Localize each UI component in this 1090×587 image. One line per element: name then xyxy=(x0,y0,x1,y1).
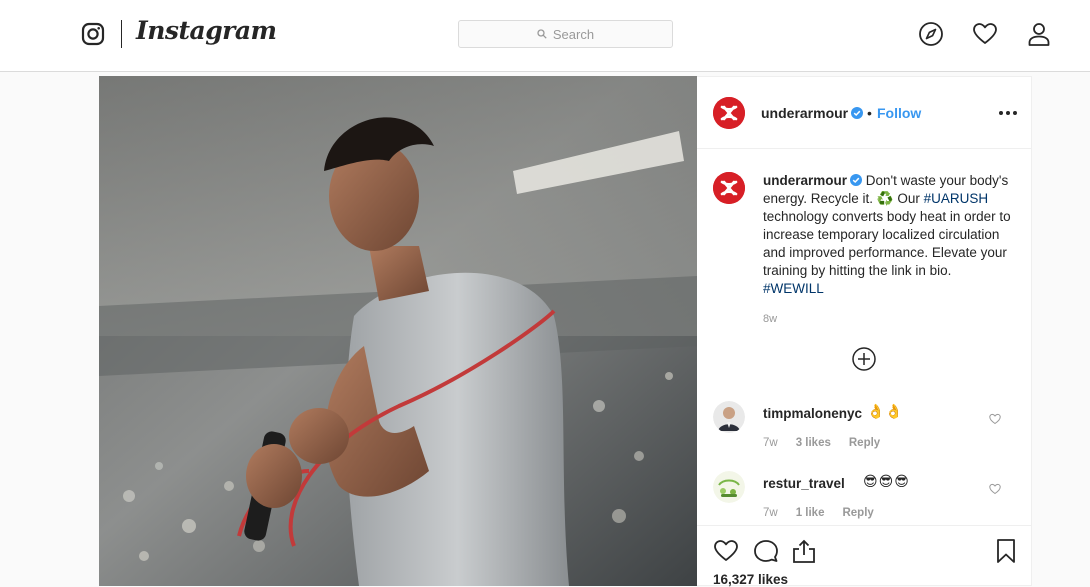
athlete-photo-illustration xyxy=(99,76,697,586)
nav-divider xyxy=(121,20,122,48)
caption-author-avatar[interactable] xyxy=(713,172,745,204)
comment-time[interactable]: 7w xyxy=(763,507,778,519)
search-icon xyxy=(537,29,547,39)
author-username[interactable]: underarmour xyxy=(761,105,864,121)
reply-button[interactable]: Reply xyxy=(849,437,880,449)
commenter-avatar[interactable] xyxy=(713,471,745,503)
hashtag-uarush[interactable]: #UARUSH xyxy=(924,191,989,206)
comment-text: 😎😎😎 xyxy=(863,473,910,489)
comment-like-heart-icon[interactable] xyxy=(989,412,1001,425)
follow-button[interactable]: Follow xyxy=(877,105,921,121)
author-username-text[interactable]: underarmour xyxy=(761,105,848,121)
comment-time[interactable]: 7w xyxy=(763,437,778,449)
save-bookmark-icon[interactable] xyxy=(993,538,1019,564)
commenter-avatar[interactable] xyxy=(713,401,745,433)
compass-icon[interactable] xyxy=(918,21,944,47)
comment-item: timpmalonenyc 👌👌 7w 3 likes Reply xyxy=(713,401,1023,461)
comment-bubble-icon[interactable] xyxy=(753,538,779,564)
comment-meta: 7w 1 like Reply xyxy=(763,507,892,519)
comment-likes[interactable]: 3 likes xyxy=(796,437,831,449)
post-side-panel: underarmour • Follow underarmour Don't w… xyxy=(697,76,1032,587)
more-options-icon[interactable] xyxy=(997,103,1019,123)
comment-like-heart-icon[interactable] xyxy=(989,482,1001,495)
post-header: underarmour • Follow xyxy=(697,77,1032,149)
caption-body-2: Our xyxy=(897,191,920,206)
post-actions-bar: 16,327 likes xyxy=(697,525,1032,587)
caption-username[interactable]: underarmour xyxy=(763,173,847,188)
verified-badge-icon xyxy=(850,174,863,186)
commenter-username[interactable]: timpmalonenyc xyxy=(763,406,862,421)
search-input[interactable]: Search xyxy=(458,20,673,48)
share-upload-icon[interactable] xyxy=(791,538,817,564)
comment-text: 👌👌 xyxy=(867,403,904,419)
commenter-username[interactable]: restur_travel xyxy=(763,476,845,491)
search-placeholder: Search xyxy=(552,26,595,42)
separator-dot: • xyxy=(867,105,872,121)
likes-count[interactable]: 16,327 likes xyxy=(713,572,788,587)
under-armour-logo-icon xyxy=(713,97,745,129)
like-heart-icon[interactable] xyxy=(713,538,739,564)
top-navigation-bar: Instagram Search xyxy=(0,0,1090,72)
author-avatar[interactable] xyxy=(713,97,745,129)
post-photo[interactable] xyxy=(99,76,697,586)
instagram-wordmark[interactable]: Instagram xyxy=(136,16,277,45)
caption-text: underarmour Don't waste your body's ener… xyxy=(763,172,1013,298)
comment-item: restur_travel 😎😎😎 7w 1 like Reply xyxy=(713,471,1023,531)
caption-timestamp[interactable]: 8w xyxy=(763,313,777,325)
comment-meta: 7w 3 likes Reply xyxy=(763,437,898,449)
caption-body-3: technology converts body heat in order t… xyxy=(763,209,1011,278)
under-armour-logo-icon xyxy=(713,172,745,204)
comment-likes[interactable]: 1 like xyxy=(796,507,825,519)
instagram-glyph-icon[interactable] xyxy=(81,22,105,46)
verified-badge-icon xyxy=(851,107,864,119)
heart-icon[interactable] xyxy=(972,21,998,47)
reply-button[interactable]: Reply xyxy=(842,507,873,519)
recycle-emoji: ♻️ xyxy=(876,191,894,206)
load-more-comments-icon[interactable] xyxy=(852,347,876,371)
profile-icon[interactable] xyxy=(1026,21,1052,47)
hashtag-wewill[interactable]: #WEWILL xyxy=(763,281,824,296)
